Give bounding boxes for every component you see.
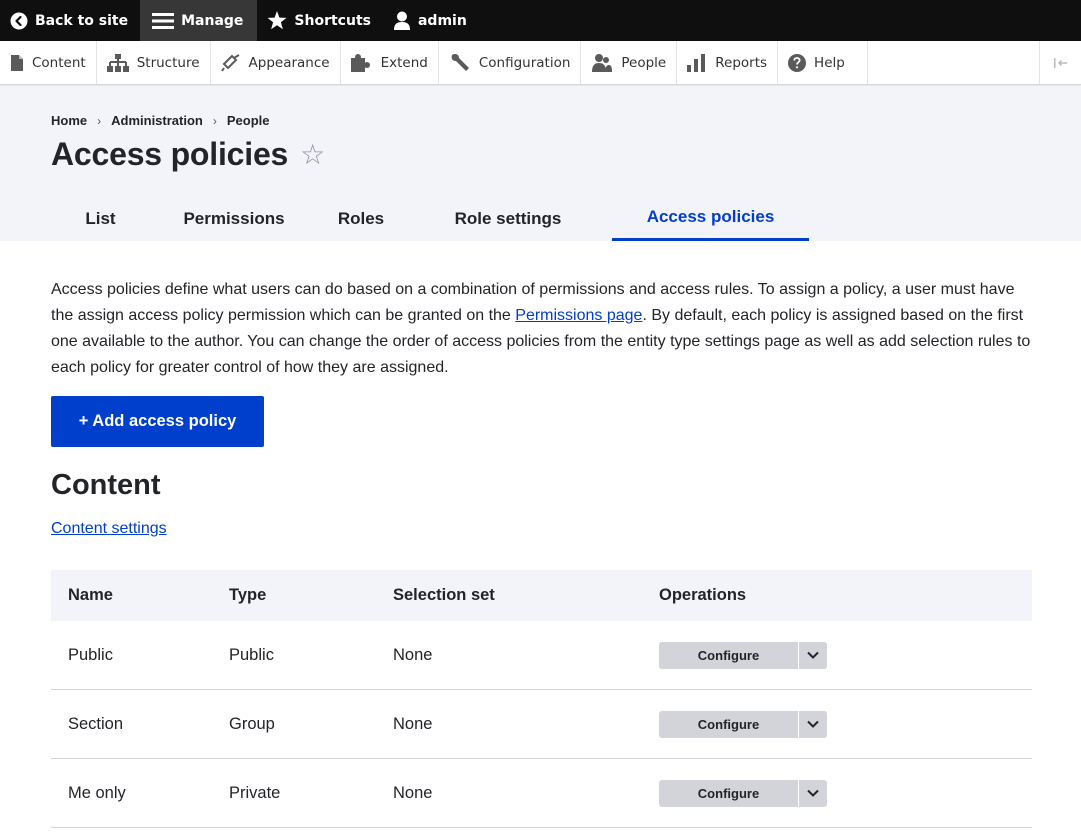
tab-permissions[interactable]: Permissions bbox=[150, 196, 318, 241]
tab-list[interactable]: List bbox=[51, 196, 150, 241]
table-row: Public Public None Configure bbox=[51, 621, 1032, 690]
permissions-page-link[interactable]: Permissions page bbox=[515, 307, 642, 324]
cell-name: Public bbox=[68, 645, 113, 664]
collapse-tray-button[interactable] bbox=[1039, 41, 1081, 84]
admin-toolbar: Back to site Manage Shortcuts admin bbox=[0, 0, 1081, 41]
column-header-name: Name bbox=[68, 586, 113, 604]
star-icon bbox=[267, 11, 287, 30]
tray-item-people[interactable]: People bbox=[581, 41, 678, 84]
cell-type: Private bbox=[229, 783, 281, 802]
tray-item-label: People bbox=[621, 54, 667, 71]
tab-role-settings[interactable]: Role settings bbox=[404, 196, 612, 241]
back-to-site-label: Back to site bbox=[35, 12, 129, 29]
tab-access-policies[interactable]: Access policies bbox=[612, 196, 809, 241]
cell-type: Public bbox=[229, 645, 274, 664]
column-header-selection-set: Selection set bbox=[393, 586, 495, 604]
tab-roles[interactable]: Roles bbox=[318, 196, 404, 241]
help-icon bbox=[788, 53, 807, 72]
cell-type: Group bbox=[229, 714, 275, 733]
tray-item-help[interactable]: Help bbox=[778, 41, 869, 84]
breadcrumb-people[interactable]: People bbox=[227, 113, 270, 128]
table-row: Me only Private None Configure bbox=[51, 759, 1032, 828]
hamburger-icon bbox=[152, 12, 175, 30]
breadcrumb-separator: › bbox=[212, 113, 217, 128]
configure-button[interactable]: Configure bbox=[659, 711, 798, 738]
cell-operations: Configure bbox=[659, 710, 1032, 738]
content-settings-link[interactable]: Content settings bbox=[51, 520, 167, 538]
tray-item-label: Content bbox=[32, 54, 86, 71]
tray-item-label: Reports bbox=[715, 54, 768, 71]
people-icon bbox=[592, 53, 613, 72]
page-title: Access policies ☆ bbox=[51, 136, 325, 173]
dropbutton-toggle[interactable] bbox=[798, 779, 827, 807]
paintbrush-icon bbox=[220, 53, 240, 72]
breadcrumb-separator: › bbox=[97, 113, 102, 128]
access-policies-table: Name Type Selection set Operations Publi… bbox=[51, 570, 1032, 828]
dropbutton-toggle[interactable] bbox=[798, 641, 827, 669]
user-icon bbox=[393, 11, 411, 30]
document-icon bbox=[11, 54, 23, 71]
cell-name: Section bbox=[68, 714, 124, 733]
add-access-policy-button[interactable]: + Add access policy bbox=[51, 396, 264, 447]
shortcut-star-icon[interactable]: ☆ bbox=[300, 138, 325, 171]
tray-item-label: Structure bbox=[136, 54, 200, 71]
cell-selection-set: None bbox=[393, 645, 433, 664]
configure-button[interactable]: Configure bbox=[659, 780, 798, 807]
operations-dropbutton: Configure bbox=[659, 641, 827, 669]
tray-item-configuration[interactable]: Configuration bbox=[439, 41, 582, 84]
primary-tabs: List Permissions Roles Role settings Acc… bbox=[51, 196, 809, 241]
tray-item-extend[interactable]: Extend bbox=[341, 41, 439, 84]
dropbutton-toggle[interactable] bbox=[798, 710, 827, 738]
collapse-arrow-icon bbox=[1053, 57, 1067, 68]
column-header-type: Type bbox=[229, 586, 267, 604]
column-header-operations: Operations bbox=[659, 586, 747, 604]
tray-item-content[interactable]: Content bbox=[0, 41, 97, 84]
table-header: Name Type Selection set Operations bbox=[51, 570, 1032, 621]
tray-item-label: Help bbox=[814, 54, 845, 71]
sitemap-icon bbox=[106, 53, 129, 72]
tray-item-structure[interactable]: Structure bbox=[97, 41, 211, 84]
cell-operations: Configure bbox=[659, 641, 1032, 669]
tray-item-reports[interactable]: Reports bbox=[677, 41, 779, 84]
breadcrumb-home[interactable]: Home bbox=[51, 113, 87, 128]
tray-item-label: Configuration bbox=[478, 54, 571, 71]
user-menu-toggle[interactable]: admin bbox=[383, 0, 479, 41]
page-title-text: Access policies bbox=[51, 136, 289, 172]
manage-label: Manage bbox=[181, 12, 244, 29]
tray-spacer bbox=[868, 41, 1039, 84]
shortcuts-label: Shortcuts bbox=[294, 12, 371, 29]
operations-dropbutton: Configure bbox=[659, 779, 827, 807]
puzzle-icon bbox=[350, 53, 370, 72]
chevron-down-icon bbox=[807, 651, 819, 659]
bar-chart-icon bbox=[687, 53, 706, 72]
cell-selection-set: None bbox=[393, 783, 433, 802]
breadcrumb-administration[interactable]: Administration bbox=[111, 113, 203, 128]
page-header: Home › Administration › People Access po… bbox=[0, 86, 1081, 241]
cell-selection-set: None bbox=[393, 714, 433, 733]
admin-tray: Content Structure Appearance Extend Conf… bbox=[0, 41, 1081, 85]
table-row: Section Group None Configure bbox=[51, 690, 1032, 759]
back-to-site-link[interactable]: Back to site bbox=[0, 0, 140, 41]
page-description: Access policies define what users can do… bbox=[51, 277, 1036, 381]
cell-operations: Configure bbox=[659, 779, 1032, 807]
shortcuts-menu-toggle[interactable]: Shortcuts bbox=[257, 0, 383, 41]
user-label: admin bbox=[417, 12, 467, 29]
breadcrumb: Home › Administration › People bbox=[51, 113, 269, 128]
back-arrow-icon bbox=[10, 12, 28, 30]
operations-dropbutton: Configure bbox=[659, 710, 827, 738]
configure-button[interactable]: Configure bbox=[659, 642, 798, 669]
tray-item-label: Appearance bbox=[248, 54, 330, 71]
tray-item-label: Extend bbox=[380, 54, 428, 71]
section-title: Content bbox=[51, 469, 161, 501]
chevron-down-icon bbox=[807, 720, 819, 728]
manage-menu-toggle[interactable]: Manage bbox=[140, 0, 258, 41]
tray-item-appearance[interactable]: Appearance bbox=[211, 41, 341, 84]
cell-name: Me only bbox=[68, 783, 126, 802]
wrench-icon bbox=[451, 53, 469, 71]
chevron-down-icon bbox=[807, 789, 819, 797]
